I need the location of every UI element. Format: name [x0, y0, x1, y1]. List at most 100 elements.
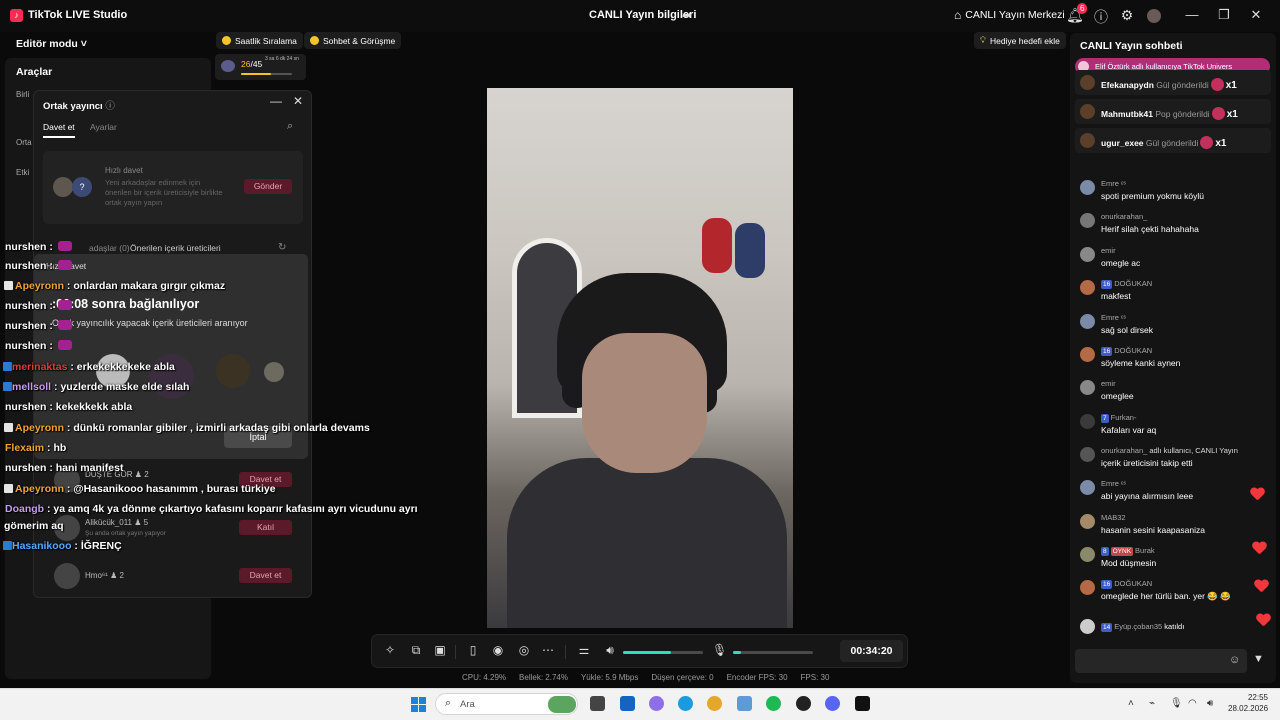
share-icon[interactable]: ➦: [682, 8, 692, 22]
clock-time: 22:55: [1247, 693, 1268, 702]
overlay-chat-separator: :: [46, 260, 56, 272]
chat-text: adlı kullanıcı, CANLI Yayın: [1149, 446, 1238, 455]
minimize-button[interactable]: —: [1182, 7, 1202, 22]
gift-action: Gül gönderildi: [1145, 138, 1199, 148]
level-badge: 7: [1101, 414, 1109, 423]
overlay-chat-line: Hasanikooo : İĞRENÇ: [0, 540, 420, 553]
chat-text: omeglede her türlü ban. yer 😂 😂: [1101, 591, 1231, 601]
clock[interactable]: 22:55 28.02.2026: [1228, 692, 1268, 714]
level-badge: 16: [1101, 280, 1113, 289]
outlook-icon[interactable]: [620, 696, 635, 711]
overlay-chat-user: nurshen: [5, 260, 47, 272]
emoji-icon[interactable]: ☺: [1229, 654, 1240, 666]
network-icon[interactable]: ⌁: [1149, 698, 1155, 709]
overlay-chat-user: nurshen: [5, 300, 47, 312]
cpu-stat: CPU: 4.29%: [462, 673, 507, 682]
search-placeholder: Ara: [460, 699, 475, 710]
avatar: [1080, 213, 1095, 228]
help-icon[interactable]: ⓘ: [1093, 7, 1109, 27]
minimize-dialog-button[interactable]: —: [270, 94, 282, 108]
chrome-icon[interactable]: [707, 696, 722, 711]
mobile-icon[interactable]: ▯: [466, 643, 480, 657]
edge-icon[interactable]: [678, 696, 693, 711]
upload-stat: Yükle: 5.9 Mbps: [580, 673, 639, 682]
chat-text: hasanin sesini kaapasaniza: [1101, 525, 1205, 535]
avatar: [1080, 414, 1095, 429]
tools-item-fragment: Etki: [16, 168, 30, 177]
search-icon[interactable]: ⌕: [287, 120, 293, 133]
tiktok-logo-icon: ♪: [10, 9, 23, 22]
overlay-chat-separator: :: [46, 401, 56, 413]
scene-icon[interactable]: ▣: [433, 643, 447, 657]
hourly-ranking-tab[interactable]: Saatlik Sıralama: [216, 32, 303, 49]
volume-slider[interactable]: [623, 651, 703, 654]
send-button[interactable]: Gönder: [244, 179, 292, 194]
overlay-chat-user: Hasanikooo: [12, 540, 72, 552]
github-icon[interactable]: [796, 696, 811, 711]
help-icon[interactable]: ⓘ: [105, 101, 115, 112]
gift-card[interactable]: Mahmutbk41 Pop gönderildi x1: [1075, 99, 1271, 124]
gear-icon[interactable]: ⚙: [1119, 7, 1135, 24]
copilot-icon[interactable]: [649, 696, 664, 711]
stream-info-button[interactable]: CANLI Yayın bilgileri: [589, 9, 696, 21]
overlay-chat-text: hb: [53, 442, 67, 454]
add-gift-goal-button[interactable]: 💡︎ Hediye hedefi ekle: [974, 32, 1066, 49]
spotify-icon[interactable]: [766, 696, 781, 711]
settings-app-icon[interactable]: [737, 696, 752, 711]
filter-icon[interactable]: ▼: [1253, 653, 1264, 665]
record-icon[interactable]: ◉: [491, 643, 505, 657]
chat-meet-tab[interactable]: Sohbet & Görüşme: [304, 32, 402, 49]
avatar: [53, 177, 73, 197]
overlay-chat-text: gömerim aq: [4, 520, 64, 532]
taskbar-search[interactable]: ⌕ Ara: [435, 693, 578, 715]
overlay-chat-user: Flexaim: [5, 442, 45, 454]
volume-icon[interactable]: 🔊︎: [1207, 698, 1213, 709]
magic-wand-icon[interactable]: ✧: [383, 643, 397, 657]
gift-card[interactable]: ugur_exee Gül gönderildi x1: [1075, 128, 1271, 153]
overlay-chat-separator: :: [46, 320, 56, 332]
close-dialog-button[interactable]: ✕: [293, 94, 303, 108]
chat-meet-label: Sohbet & Görüşme: [323, 35, 396, 46]
live-chat-title: CANLI Yayın sohbeti: [1080, 40, 1183, 52]
heart-icon: [1252, 542, 1267, 555]
close-window-button[interactable]: ✕: [1246, 7, 1266, 23]
mic-slider[interactable]: [733, 651, 813, 654]
live-center-button[interactable]: ⌂ CANLI Yayın Merkezi: [954, 8, 1065, 22]
settings-sliders-icon[interactable]: ⚌: [577, 643, 591, 657]
screenshot-icon[interactable]: ◎: [517, 643, 531, 657]
gift-action: Gül gönderildi: [1156, 80, 1209, 90]
hourly-progress-card[interactable]: 26/45 3 sa 6 dk 24 sn: [215, 54, 306, 80]
microphone-icon[interactable]: 🎙︎: [1170, 698, 1183, 709]
chevron-down-icon: ˅: [80, 38, 87, 50]
time-left: 3 sa 6 dk 24 sn: [265, 56, 299, 62]
discord-icon[interactable]: [825, 696, 840, 711]
chevron-up-icon[interactable]: ˄: [1128, 698, 1134, 709]
level-badge: 14: [1101, 623, 1113, 632]
chat-text: Kafaları var aq: [1101, 425, 1157, 435]
tab-settings[interactable]: Ayarlar: [90, 122, 117, 132]
task-view-icon[interactable]: [590, 696, 605, 711]
invite-button[interactable]: Davet et: [239, 568, 292, 583]
gift-card[interactable]: Efekanapydn Gül gönderildi x1: [1075, 70, 1271, 95]
avatar: [1080, 133, 1095, 148]
tiktok-studio-icon[interactable]: [855, 696, 870, 711]
overlay-chat-user: Apeyronn: [15, 280, 65, 292]
microphone-icon[interactable]: 🎙︎: [712, 643, 727, 657]
chat-text: sağ sol dirsek: [1101, 325, 1153, 335]
chat-text: abi yayına alırmısın leee: [1101, 491, 1194, 501]
more-icon[interactable]: ⋯: [541, 643, 555, 657]
maximize-button[interactable]: ❐: [1214, 7, 1234, 23]
layout-icon[interactable]: ⧉: [409, 643, 423, 658]
overlay-chat-user: nurshen: [5, 401, 47, 413]
unknown-avatar-icon: ?: [72, 177, 92, 197]
editor-mode-dropdown[interactable]: Editör modu ˅: [5, 33, 211, 55]
avatar: [1080, 480, 1095, 495]
profile-avatar[interactable]: [1147, 9, 1161, 23]
speaker-icon[interactable]: 🔊︎: [603, 643, 617, 658]
wifi-icon[interactable]: ◠: [1188, 698, 1197, 709]
tab-invite[interactable]: Davet et: [43, 122, 75, 138]
gift-icon: [57, 241, 72, 251]
chat-input[interactable]: ☺: [1075, 649, 1247, 673]
windows-start-icon[interactable]: [411, 697, 426, 712]
overlay-chat-text: İĞRENÇ: [80, 540, 122, 552]
